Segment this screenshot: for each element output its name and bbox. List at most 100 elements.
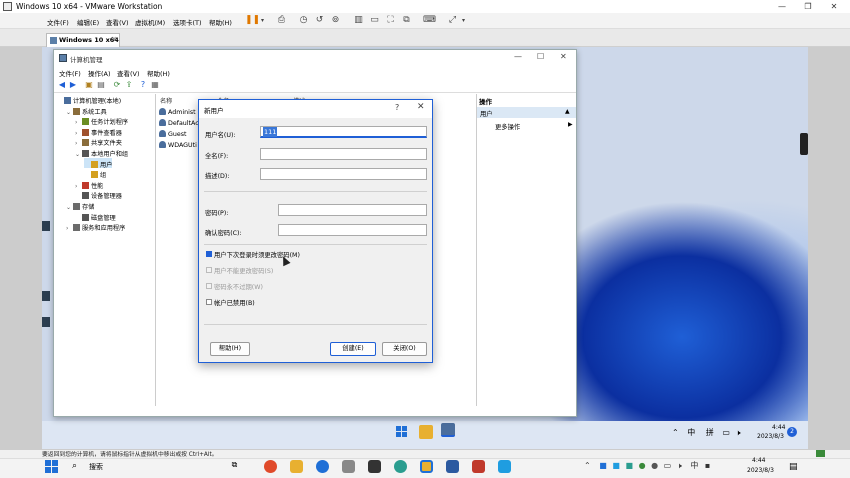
start-icon[interactable] [396,426,408,438]
tree-item[interactable]: ⌄ 系统工具 [66,107,107,116]
forward-icon[interactable]: ▶ [68,80,78,90]
dropdown-arrow-icon[interactable]: ▾ [458,15,469,26]
desktop-icon[interactable] [42,291,50,301]
app-icon[interactable] [368,460,381,473]
revert-snapshot-icon[interactable]: ↺ [314,15,325,26]
guest-clock-date[interactable]: 2023/8/3 [757,433,784,440]
windows-start-icon[interactable] [45,460,59,474]
app-icon[interactable] [446,460,459,473]
confirm-password-field[interactable] [278,224,427,236]
file-explorer-icon[interactable] [419,425,433,439]
side-handle[interactable] [800,133,808,155]
checkbox-never-expires[interactable] [206,283,212,289]
tree-item[interactable]: 组 [84,170,106,179]
tree-item[interactable]: 计算机管理(本地) [57,96,121,105]
list-item[interactable]: Guest [159,130,187,138]
app-icon[interactable] [472,460,485,473]
fullscreen-icon[interactable]: ⛶ [385,15,396,26]
tab-close-icon[interactable]: × [111,35,117,43]
account-disabled-label[interactable]: 帐户已禁用(B) [214,298,255,307]
app-icon[interactable] [394,460,407,473]
refresh-icon[interactable]: ⟳ [112,80,122,90]
menu-file[interactable]: 文件(F) [59,68,81,78]
expand-icon[interactable]: › [75,140,82,147]
ime-indicator[interactable]: 中 [690,461,698,470]
tray-app-icon[interactable]: ■ [599,461,607,470]
tray-app-icon[interactable]: ■ [625,461,633,470]
notification-badge[interactable]: 2 [787,427,797,437]
desktop-icon[interactable] [42,221,50,231]
tree-item[interactable]: › 事件查看器 [75,128,122,137]
list-item[interactable]: WDAGUti [159,141,197,149]
chevron-right-icon[interactable]: ▶ [568,121,573,128]
col-name[interactable]: 名称 [160,96,172,105]
tree-item[interactable]: › 任务计划程序 [75,117,128,126]
show-tree-icon[interactable]: ▤ [96,80,106,90]
status-device-icon[interactable] [816,450,825,457]
send-keys-icon[interactable]: ⎙ [276,15,287,26]
pause-icon[interactable]: ❚❚ [245,15,260,26]
tray-app-icon[interactable]: ■ [612,461,620,470]
expand-icon[interactable]: ⌄ [66,109,73,116]
app-icon[interactable] [498,460,511,473]
chevron-up-icon[interactable]: ⌃ [584,461,591,470]
expand-icon[interactable]: › [66,225,73,232]
username-field[interactable]: 111 [260,126,427,138]
properties-icon[interactable]: ▦ [150,80,160,90]
tab-windows10[interactable]: Windows 10 x64 × [46,33,120,47]
stretch-icon[interactable]: ⤢ [447,15,458,26]
sidebar-view-icon[interactable]: ▥ [353,15,364,26]
tree-item[interactable]: › 共享文件夹 [75,138,122,147]
volume-icon[interactable]: 🕨 [735,428,740,437]
maximize-icon[interactable]: ☐ [537,52,544,61]
console-icon[interactable]: ⌨ [423,15,436,26]
task-view-icon[interactable]: ⧉ [228,460,241,473]
guest-clock-time[interactable]: 4:44 [772,424,785,431]
close-button[interactable]: 关闭(O) [382,342,427,356]
collapse-icon[interactable]: ▲ [565,108,570,115]
file-explorer-icon[interactable] [290,460,303,473]
checkbox-account-disabled[interactable] [206,299,212,305]
up-folder-icon[interactable]: ▣ [84,80,94,90]
close-icon[interactable]: ✕ [560,52,567,61]
search-label[interactable]: 搜索 [89,462,103,472]
close-icon[interactable]: ✕ [822,0,846,13]
snapshot-manager-icon[interactable]: ⊚ [330,15,341,26]
expand-icon[interactable]: › [75,183,82,190]
chrome-icon[interactable] [264,460,277,473]
menu-file[interactable]: 文件(F) [47,17,69,27]
computer-management-icon[interactable] [441,423,455,437]
tray-app-icon[interactable]: ● [639,461,646,470]
tray-app-icon[interactable]: ● [651,461,658,470]
new-user-dialog[interactable]: 新用户 ? ✕ 用户名(U): 111 全名(F): 描述(D): 密码(P):… [198,99,433,363]
search-icon[interactable]: ⌕ [72,461,77,471]
notification-icon[interactable]: ▤ [789,462,798,472]
help-icon[interactable]: ? [395,103,399,112]
desktop-icon[interactable] [42,317,50,327]
unity-icon[interactable]: ⧉ [401,15,412,26]
expand-icon[interactable]: ⌄ [75,151,82,158]
tree-item[interactable]: ⌄ 存储 [66,202,94,211]
app-icon[interactable] [342,460,355,473]
tree-item[interactable]: 磁盘管理 [75,213,116,222]
more-actions[interactable]: 更多操作 [495,122,520,131]
chevron-up-icon[interactable]: ⌃ [672,428,679,437]
minimize-icon[interactable]: — [770,0,794,13]
tree-item[interactable]: 用户 [84,160,112,169]
tree-item[interactable]: › 服务和应用程序 [66,223,125,232]
list-item[interactable]: DefaultAc [159,119,199,127]
menu-view[interactable]: 查看(V) [117,68,140,78]
menu-tabs[interactable]: 选项卡(T) [173,17,202,27]
expand-icon[interactable]: › [75,119,82,126]
app-icon[interactable] [316,460,329,473]
ime-pinyin[interactable]: 拼 [706,428,714,437]
tree-item[interactable]: › 性能 [75,181,103,190]
close-icon[interactable]: ✕ [417,102,425,112]
menu-help[interactable]: 帮助(H) [147,68,170,78]
network-icon[interactable]: ▭ [664,461,672,470]
vmware-icon[interactable] [420,460,433,473]
menu-edit[interactable]: 编辑(E) [77,17,99,27]
help-icon[interactable]: ? [138,80,148,90]
menu-view[interactable]: 查看(V) [106,17,129,27]
menu-vm[interactable]: 虚拟机(M) [135,17,165,27]
